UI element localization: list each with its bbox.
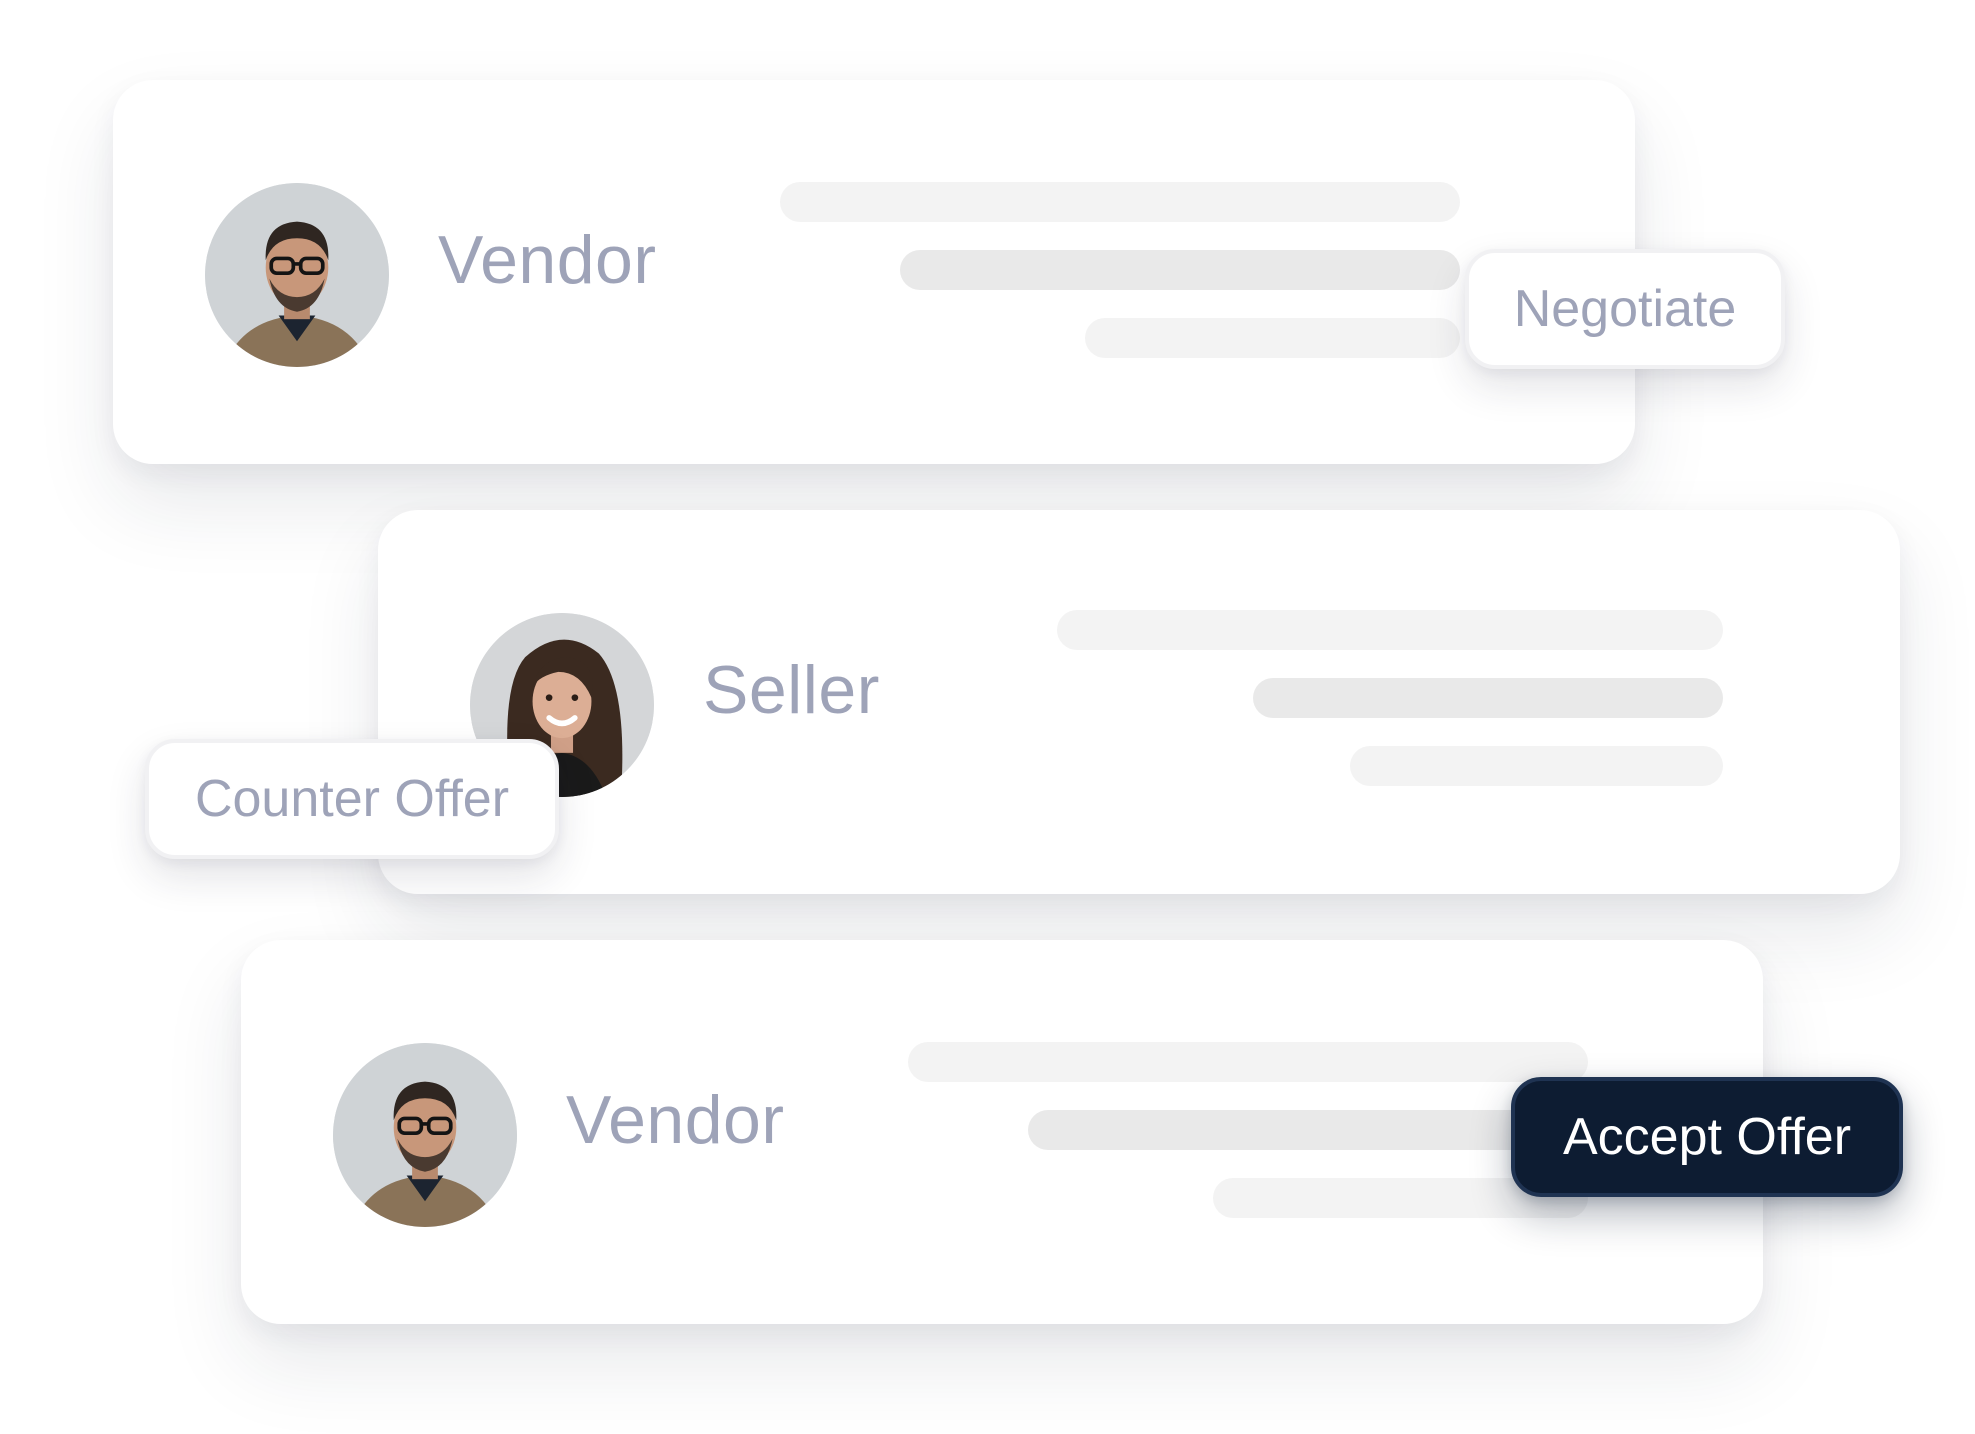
placeholder-line	[1085, 318, 1460, 358]
vendor-avatar	[333, 1043, 517, 1227]
negotiate-button[interactable]: Negotiate	[1465, 249, 1785, 369]
placeholder-line	[908, 1042, 1588, 1082]
role-label-vendor: Vendor	[438, 222, 657, 298]
vendor-avatar	[205, 183, 389, 367]
placeholder-line	[1057, 610, 1723, 650]
accept-offer-button[interactable]: Accept Offer	[1511, 1077, 1903, 1197]
placeholder-line	[900, 250, 1460, 290]
role-label-seller: Seller	[703, 652, 880, 728]
placeholder-line	[1028, 1110, 1588, 1150]
role-label-vendor: Vendor	[566, 1082, 785, 1158]
man-with-glasses-icon	[205, 183, 389, 367]
man-with-glasses-icon	[333, 1043, 517, 1227]
offer-card-seller: Seller	[378, 510, 1900, 894]
placeholder-line	[780, 182, 1460, 222]
offer-card-vendor-1: Vendor	[113, 80, 1635, 464]
placeholder-line	[1350, 746, 1723, 786]
placeholder-line	[1253, 678, 1723, 718]
counter-offer-button[interactable]: Counter Offer	[145, 739, 559, 859]
